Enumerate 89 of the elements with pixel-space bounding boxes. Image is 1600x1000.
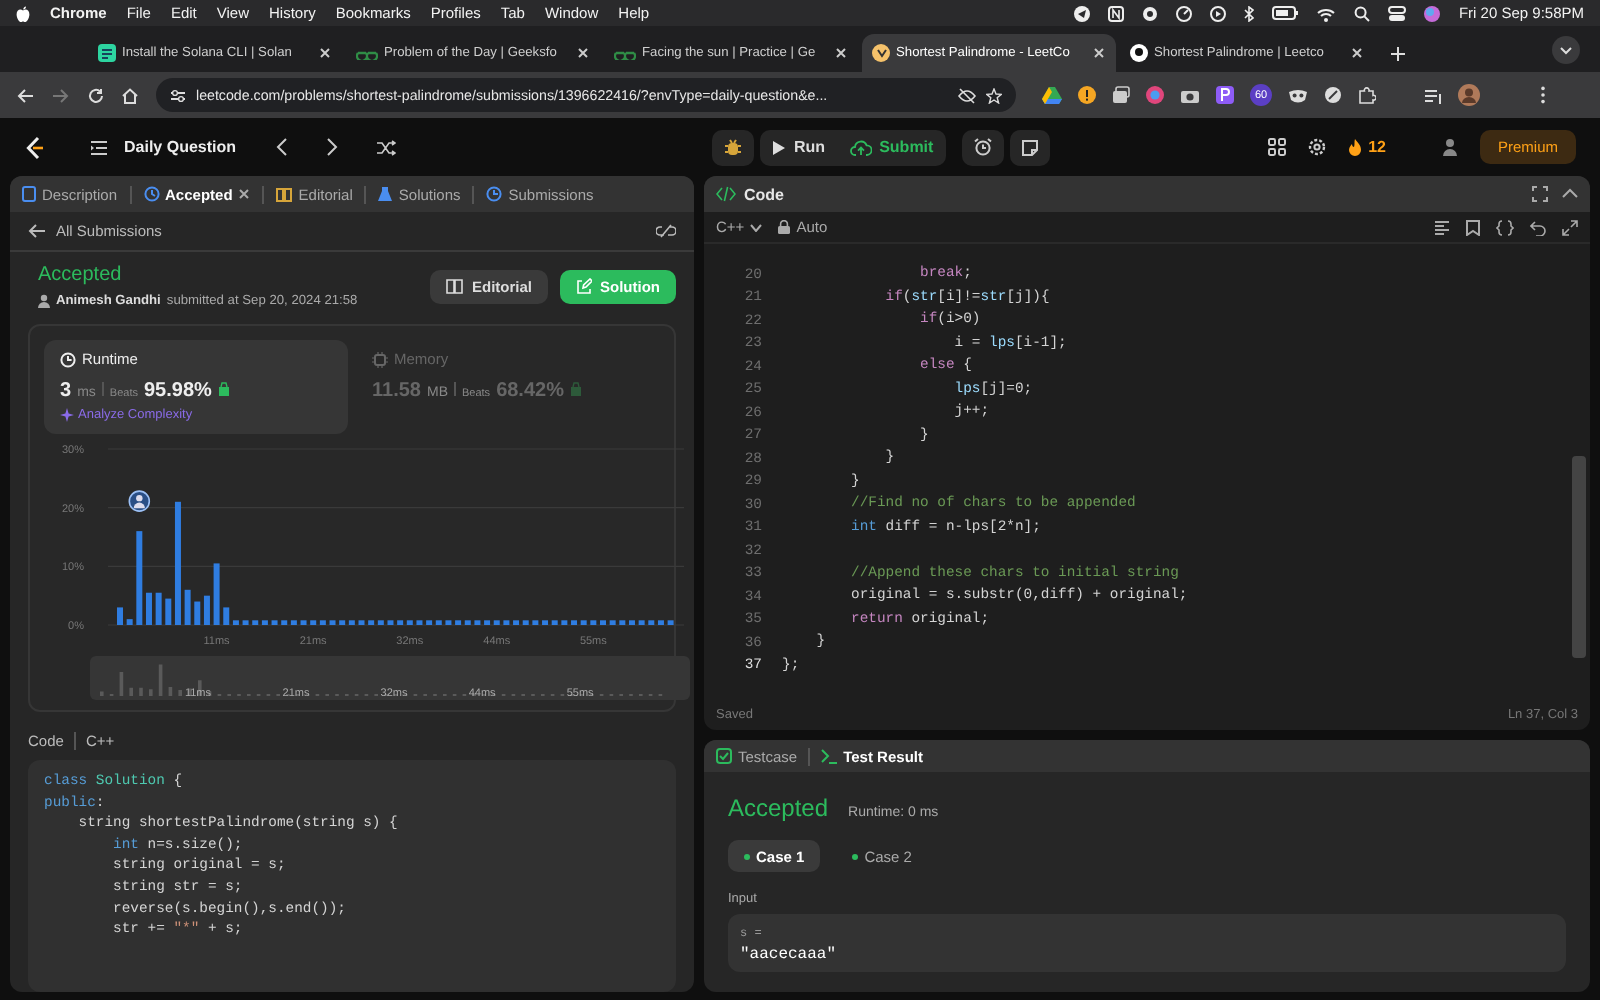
chevron-down-icon[interactable]	[1552, 36, 1580, 64]
maximize-icon[interactable]	[1532, 186, 1548, 202]
link-icon[interactable]	[656, 224, 676, 238]
play-icon[interactable]	[1210, 5, 1227, 21]
battery-icon[interactable]	[1272, 6, 1299, 20]
debug-button[interactable]	[712, 129, 755, 165]
next-icon[interactable]	[326, 138, 339, 156]
close-icon[interactable]	[238, 188, 251, 200]
user-silhouette-icon	[38, 294, 50, 308]
back-arrow-icon[interactable]	[28, 224, 46, 238]
apple-icon[interactable]	[16, 5, 30, 21]
result-verdict: Accepted	[728, 794, 829, 822]
plus-icon[interactable]	[1390, 46, 1406, 62]
checkbox-icon	[716, 748, 732, 764]
home-icon[interactable]	[122, 87, 138, 103]
reload-icon[interactable]	[88, 87, 104, 103]
document-icon	[22, 186, 36, 202]
document-icon	[98, 44, 116, 62]
problem-list-icon[interactable]	[90, 139, 108, 155]
submission-status: Accepted	[38, 264, 124, 286]
flask-icon	[378, 186, 393, 202]
close-icon[interactable]	[576, 46, 590, 60]
exclamation-circle-icon[interactable]	[1078, 86, 1096, 104]
layout-grid-icon[interactable]	[1268, 138, 1287, 156]
camera-icon[interactable]	[1180, 87, 1200, 103]
double-arc-icon	[614, 46, 636, 60]
close-icon[interactable]	[834, 46, 848, 60]
eye-slash-icon[interactable]	[958, 87, 976, 103]
brand-logo-icon[interactable]	[24, 135, 46, 159]
scrollbar[interactable]	[1572, 456, 1586, 658]
timer-button[interactable]	[961, 129, 1004, 165]
notes-button[interactable]	[1009, 129, 1050, 165]
puzzle-icon[interactable]	[1358, 86, 1376, 104]
back-icon[interactable]	[16, 87, 34, 103]
bluetooth-icon[interactable]	[1244, 5, 1255, 21]
edit-icon	[576, 278, 592, 294]
drive-icon[interactable]	[1042, 86, 1062, 104]
input-value: "aacecaaa"	[740, 946, 839, 964]
run-button[interactable]: Run	[760, 129, 838, 165]
wifi-icon[interactable]	[1316, 5, 1337, 21]
double-arc-icon	[356, 46, 378, 60]
star-icon[interactable]	[986, 87, 1002, 103]
control-center-icon[interactable]	[1388, 5, 1407, 21]
submit-button[interactable]: Submit	[837, 129, 946, 165]
forward-icon[interactable]	[52, 87, 70, 103]
close-icon[interactable]	[1092, 46, 1106, 60]
cloud-upload-icon	[849, 139, 872, 155]
orb-icon[interactable]	[1424, 5, 1441, 21]
close-icon[interactable]	[1350, 46, 1364, 60]
profile-avatar-icon[interactable]	[1458, 84, 1480, 106]
lock-icon	[778, 220, 791, 234]
send-icon[interactable]	[1074, 5, 1091, 21]
expand-icon[interactable]	[1562, 219, 1578, 235]
clock-icon	[486, 186, 503, 202]
square-app-icon[interactable]	[1108, 5, 1125, 21]
book-icon	[445, 278, 464, 294]
code-icon	[716, 186, 736, 202]
play-icon	[772, 139, 787, 155]
reading-list-icon[interactable]	[1424, 87, 1442, 103]
terminal-icon	[819, 748, 838, 764]
site-settings-icon[interactable]	[170, 87, 186, 103]
octocat-icon	[1130, 44, 1148, 62]
alarm-clock-icon	[973, 138, 992, 156]
format-icon[interactable]	[1434, 219, 1450, 235]
stack-icon[interactable]	[1112, 86, 1130, 104]
chevron-down-icon	[750, 223, 763, 231]
letter-tile-icon[interactable]	[1216, 86, 1234, 104]
previous-icon[interactable]	[276, 138, 289, 156]
book-icon	[276, 186, 293, 202]
streak-counter[interactable]: 12	[1348, 138, 1386, 156]
flame-icon	[1348, 138, 1363, 156]
bookmark-icon[interactable]	[1466, 219, 1480, 235]
problem-list-title[interactable]: Daily Question	[124, 138, 237, 156]
search-icon[interactable]	[1354, 5, 1371, 21]
mask-icon[interactable]	[1288, 87, 1308, 103]
undo-icon[interactable]	[1530, 219, 1546, 235]
panel-title: Code	[744, 185, 784, 203]
brand-logo-icon	[872, 44, 890, 62]
shuffle-icon[interactable]	[376, 139, 397, 155]
close-icon[interactable]	[318, 46, 332, 60]
note-icon	[1021, 139, 1038, 155]
bug-icon	[724, 138, 743, 156]
speedometer-icon[interactable]	[1176, 5, 1193, 21]
settings-icon[interactable]	[1308, 138, 1327, 156]
braces-icon[interactable]	[1496, 219, 1514, 235]
collapse-icon[interactable]	[1562, 186, 1578, 202]
history-icon	[143, 186, 160, 202]
user-silhouette-icon[interactable]	[1441, 138, 1458, 156]
kebab-menu-icon[interactable]	[1540, 86, 1546, 104]
